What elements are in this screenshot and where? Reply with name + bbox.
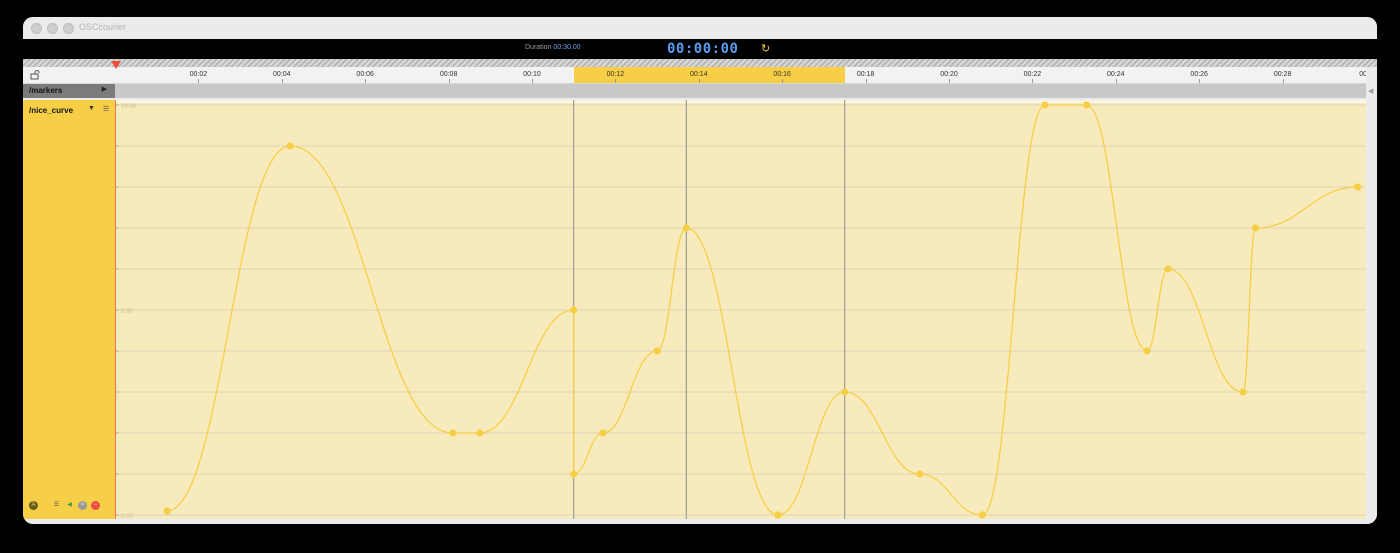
zoom-window-button[interactable] xyxy=(63,23,74,34)
ruler-tick-label: 00:24 xyxy=(1107,71,1125,78)
triangle-down-icon[interactable]: ▼ xyxy=(88,105,95,112)
window-title: OSCcourier xyxy=(79,22,127,32)
curve-point xyxy=(1239,388,1247,396)
curve-point xyxy=(570,306,578,314)
ruler-tick-mark xyxy=(782,79,784,83)
curve-point xyxy=(570,470,578,478)
curve-point xyxy=(1041,101,1049,109)
y-tick-label: 5.00 xyxy=(121,309,133,315)
menu-icon[interactable]: ☰ xyxy=(103,105,109,113)
ruler-tick-label: 00:16 xyxy=(773,71,791,78)
curve-point xyxy=(841,388,849,396)
minimize-window-button[interactable] xyxy=(47,23,58,34)
curve-point xyxy=(774,511,782,519)
y-tick-label: 10.00 xyxy=(121,104,137,110)
curve-point xyxy=(476,429,484,437)
lock-icon[interactable] xyxy=(30,70,41,80)
ruler-tick-mark xyxy=(1282,79,1284,83)
track-header-markers[interactable]: /markers ▶ xyxy=(23,84,115,98)
ruler-tick-mark xyxy=(1199,79,1201,83)
ruler-tick-mark xyxy=(198,79,200,83)
curve-point xyxy=(682,224,690,232)
ruler-tick-label: 00:04 xyxy=(273,71,291,78)
track-name-markers: /markers xyxy=(29,86,63,95)
playhead-handle[interactable] xyxy=(111,61,121,69)
ruler-tick-mark xyxy=(865,79,867,83)
ruler-tick-label: 00:02 xyxy=(189,71,208,78)
curve-point xyxy=(978,511,986,519)
scroll-overview-bar[interactable] xyxy=(23,59,1377,67)
ruler-tick-label: 00:28 xyxy=(1273,71,1292,78)
duration-value[interactable]: 00:30.00 xyxy=(553,44,580,51)
delete-icon[interactable]: − xyxy=(91,501,100,510)
curve-editor[interactable]: 10.00 5.00 0.00 xyxy=(115,100,1366,519)
curve-point xyxy=(599,429,607,437)
ruler-tick-mark xyxy=(1115,79,1117,83)
transport-bar: Duration 00:30.00 00:00:00 ↻ xyxy=(23,39,1377,59)
ruler-tick-label: 00:08 xyxy=(439,71,458,78)
curve-point xyxy=(286,142,294,150)
mute-icon[interactable]: × xyxy=(78,501,87,510)
ruler-tick-label: 00:26 xyxy=(1190,71,1208,78)
ruler-tick-label: 00:18 xyxy=(856,71,875,78)
y-tick-label: 0.00 xyxy=(121,514,133,519)
titlebar: OSCcourier xyxy=(23,17,1377,39)
sliders-icon[interactable]: ☰ xyxy=(52,501,61,510)
curve-point xyxy=(1164,265,1172,273)
curve-point xyxy=(1083,101,1091,109)
curve-point xyxy=(916,470,924,478)
ruler-tick-mark xyxy=(615,79,617,83)
markers-lane[interactable] xyxy=(115,84,1366,98)
ruler-tick-label: 00:06 xyxy=(356,71,374,78)
speaker-icon[interactable]: ◀ xyxy=(65,501,74,510)
duration-display[interactable]: Duration 00:30.00 xyxy=(525,44,581,51)
ruler-tick-mark xyxy=(1032,79,1034,83)
curve-top-band xyxy=(115,100,1366,103)
close-window-button[interactable] xyxy=(31,23,42,34)
ruler-tick-label: 00:12 xyxy=(606,71,625,78)
ruler-tick-mark xyxy=(448,79,450,83)
ruler-tick-mark xyxy=(532,79,533,83)
ruler-tick-label: 00:14 xyxy=(690,71,708,78)
time-ruler[interactable]: 00:02 00:04 00:06 00:08 00:10 00:12 00:14 00:16… xyxy=(23,61,1373,84)
app-window: OSCcourier Duration 00:30.00 00:00:00 ↻ … xyxy=(23,17,1377,524)
timecode-display: 00:00:00 xyxy=(667,41,739,57)
ruler-tick-mark xyxy=(698,79,700,83)
play-triangle-icon[interactable]: ▶ xyxy=(102,85,107,93)
curve-point xyxy=(653,347,661,355)
ruler-tick-mark xyxy=(365,79,367,83)
curve-point xyxy=(1143,347,1151,355)
ruler-tick-label: 00:10 xyxy=(523,71,541,78)
duration-label: Duration xyxy=(525,44,552,51)
curve-point xyxy=(1354,183,1362,191)
curve-point xyxy=(163,507,171,515)
ruler-tick-mark xyxy=(281,79,283,83)
track-header-nice-curve[interactable]: /nice_curve ▼ ☰ A ☰ ◀ × − xyxy=(23,100,115,519)
ruler-tick-mark xyxy=(949,79,950,83)
curve-point xyxy=(449,429,457,437)
ruler-tick-label: 00:22 xyxy=(1023,71,1042,78)
track-name-nice-curve: /nice_curve xyxy=(29,106,74,115)
ruler-tick-label: 00:20 xyxy=(940,71,958,78)
loop-icon[interactable]: ↻ xyxy=(761,42,770,55)
curve-point xyxy=(1251,224,1260,232)
vertical-scrollbar[interactable]: ◀ xyxy=(1366,67,1377,524)
record-icon[interactable]: A xyxy=(29,501,38,510)
